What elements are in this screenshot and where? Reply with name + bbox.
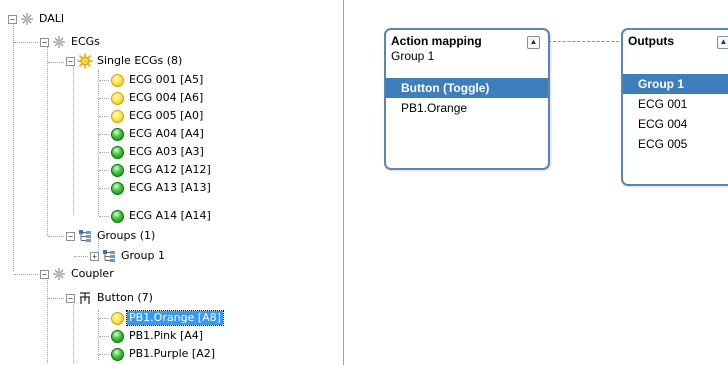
tree-node-coupler[interactable]: − Coupler [40,266,116,282]
status-green-icon [109,208,125,224]
tree-label: Coupler [71,267,114,280]
tree-line [47,38,48,236]
tree-line [99,354,109,355]
status-green-icon [109,144,125,160]
tree-node-ecg[interactable]: ECG 001 [A5] [109,72,205,88]
tree-node-group[interactable]: + Group 1 [90,248,167,264]
tree-line [14,274,38,275]
tree-line [99,134,109,135]
action-row-selected[interactable]: Button (Toggle) [386,78,548,98]
status-yellow-icon [109,108,125,124]
tree-label-selected: PB1.Orange [A8] [126,310,224,326]
tree-line [73,62,74,215]
network-icon [51,34,67,50]
tree-line [99,152,109,153]
status-yellow-icon [109,90,125,106]
tree-node-ecgs[interactable]: − ECGs [40,34,102,50]
collapse-toggle[interactable]: − [40,37,49,47]
status-green-icon [109,328,125,344]
tree-node-dali[interactable]: − DALI [8,11,66,27]
tree-label: ECG 001 [A5] [129,73,204,86]
tree-label: Button (7) [97,291,153,304]
tree-line [99,80,109,81]
tree-node-ecg[interactable]: ECG 005 [A0] [109,108,205,124]
collapse-icon[interactable]: ▲ [527,36,540,49]
tree-node-groups[interactable]: − Groups (1) [66,228,157,244]
tree-line [48,62,64,63]
tree-line [73,302,74,363]
tree-label: Single ECGs (8) [97,54,183,67]
link-connector [548,41,624,42]
tree-line [48,298,64,299]
sun-icon [77,53,93,69]
tree-line [13,22,14,271]
output-row-selected[interactable]: Group 1 [623,74,728,94]
tree-line [74,256,88,257]
status-green-icon [109,180,125,196]
collapse-toggle[interactable]: − [66,231,75,241]
tree-node-button[interactable]: − Button (7) [66,290,155,306]
tree-node-pushbutton[interactable]: PB1.Orange [A8] [109,310,224,326]
tree-label: PB1.Purple [A2] [129,347,216,360]
tree-label: ECG 004 [A6] [129,91,204,104]
tree-node-pushbutton[interactable]: PB1.Purple [A2] [109,346,217,362]
collapse-toggle[interactable]: − [66,56,75,66]
status-green-icon [109,162,125,178]
outputs-card[interactable]: Outputs ▲ Group 1 ECG 001 ECG 004 ECG 00… [621,28,728,186]
tree-node-single-ecgs[interactable]: − Single ECGs (8) [66,53,184,69]
status-green-icon [109,346,125,362]
status-green-icon [109,126,125,142]
tree-label: PB1.Pink [A4] [129,329,204,342]
tree-line [99,216,109,217]
action-row[interactable]: PB1.Orange [386,98,548,118]
group-icon [77,228,93,244]
tree-node-ecg[interactable]: ECG A04 [A4] [109,126,206,142]
tree-line [99,116,109,117]
collapse-toggle[interactable]: − [8,14,17,24]
tree-label: ECG A14 [A14] [129,209,211,222]
tree-panel[interactable]: − DALI − ECGs − Single ECGs (8) ECG 001 … [0,0,344,365]
tree-line [99,336,109,337]
action-mapping-card[interactable]: Action mapping Group 1 ▲ Button (Toggle)… [384,28,550,170]
tree-node-ecg[interactable]: ECG 004 [A6] [109,90,205,106]
tree-line [99,98,109,99]
tree-line [98,70,99,216]
output-row[interactable]: ECG 004 [623,114,728,134]
status-yellow-icon [109,310,125,326]
tree-label: DALI [39,12,65,25]
tree-line [99,318,109,319]
tree-line [99,170,109,171]
tree-label: ECG A04 [A4] [129,127,204,140]
tree-node-pushbutton[interactable]: PB1.Pink [A4] [109,328,205,344]
status-yellow-icon [109,72,125,88]
expand-toggle[interactable]: + [90,251,99,261]
collapse-toggle[interactable]: − [66,293,75,303]
output-row[interactable]: ECG 005 [623,134,728,154]
network-icon [19,11,35,27]
button-device-icon [77,290,93,306]
network-icon [51,266,67,282]
tree-label: ECG 005 [A0] [129,109,204,122]
card-subtitle: Group 1 [391,49,435,63]
tree-label: ECGs [71,35,100,48]
tree-label: ECG A13 [A13] [129,181,211,194]
card-title: Outputs [628,34,674,48]
collapse-toggle[interactable]: − [40,269,49,279]
group-icon [101,248,117,264]
tree-label: Group 1 [121,249,165,262]
tree-node-ecg[interactable]: ECG A03 [A3] [109,144,206,160]
tree-line [48,236,64,237]
tree-line [99,188,109,189]
tree-label: ECG A12 [A12] [129,163,211,176]
tree-line [14,42,38,43]
tree-node-ecg[interactable]: ECG A13 [A13] [109,180,213,196]
tree-node-ecg[interactable]: ECG A12 [A12] [109,162,213,178]
tree-label: ECG A03 [A3] [129,145,204,158]
card-title: Action mapping [391,34,482,48]
collapse-icon[interactable]: ▲ [717,36,728,49]
tree-label: Groups (1) [97,229,156,242]
output-row[interactable]: ECG 001 [623,94,728,114]
tree-line [47,278,48,363]
tree-node-ecg[interactable]: ECG A14 [A14] [109,208,213,224]
